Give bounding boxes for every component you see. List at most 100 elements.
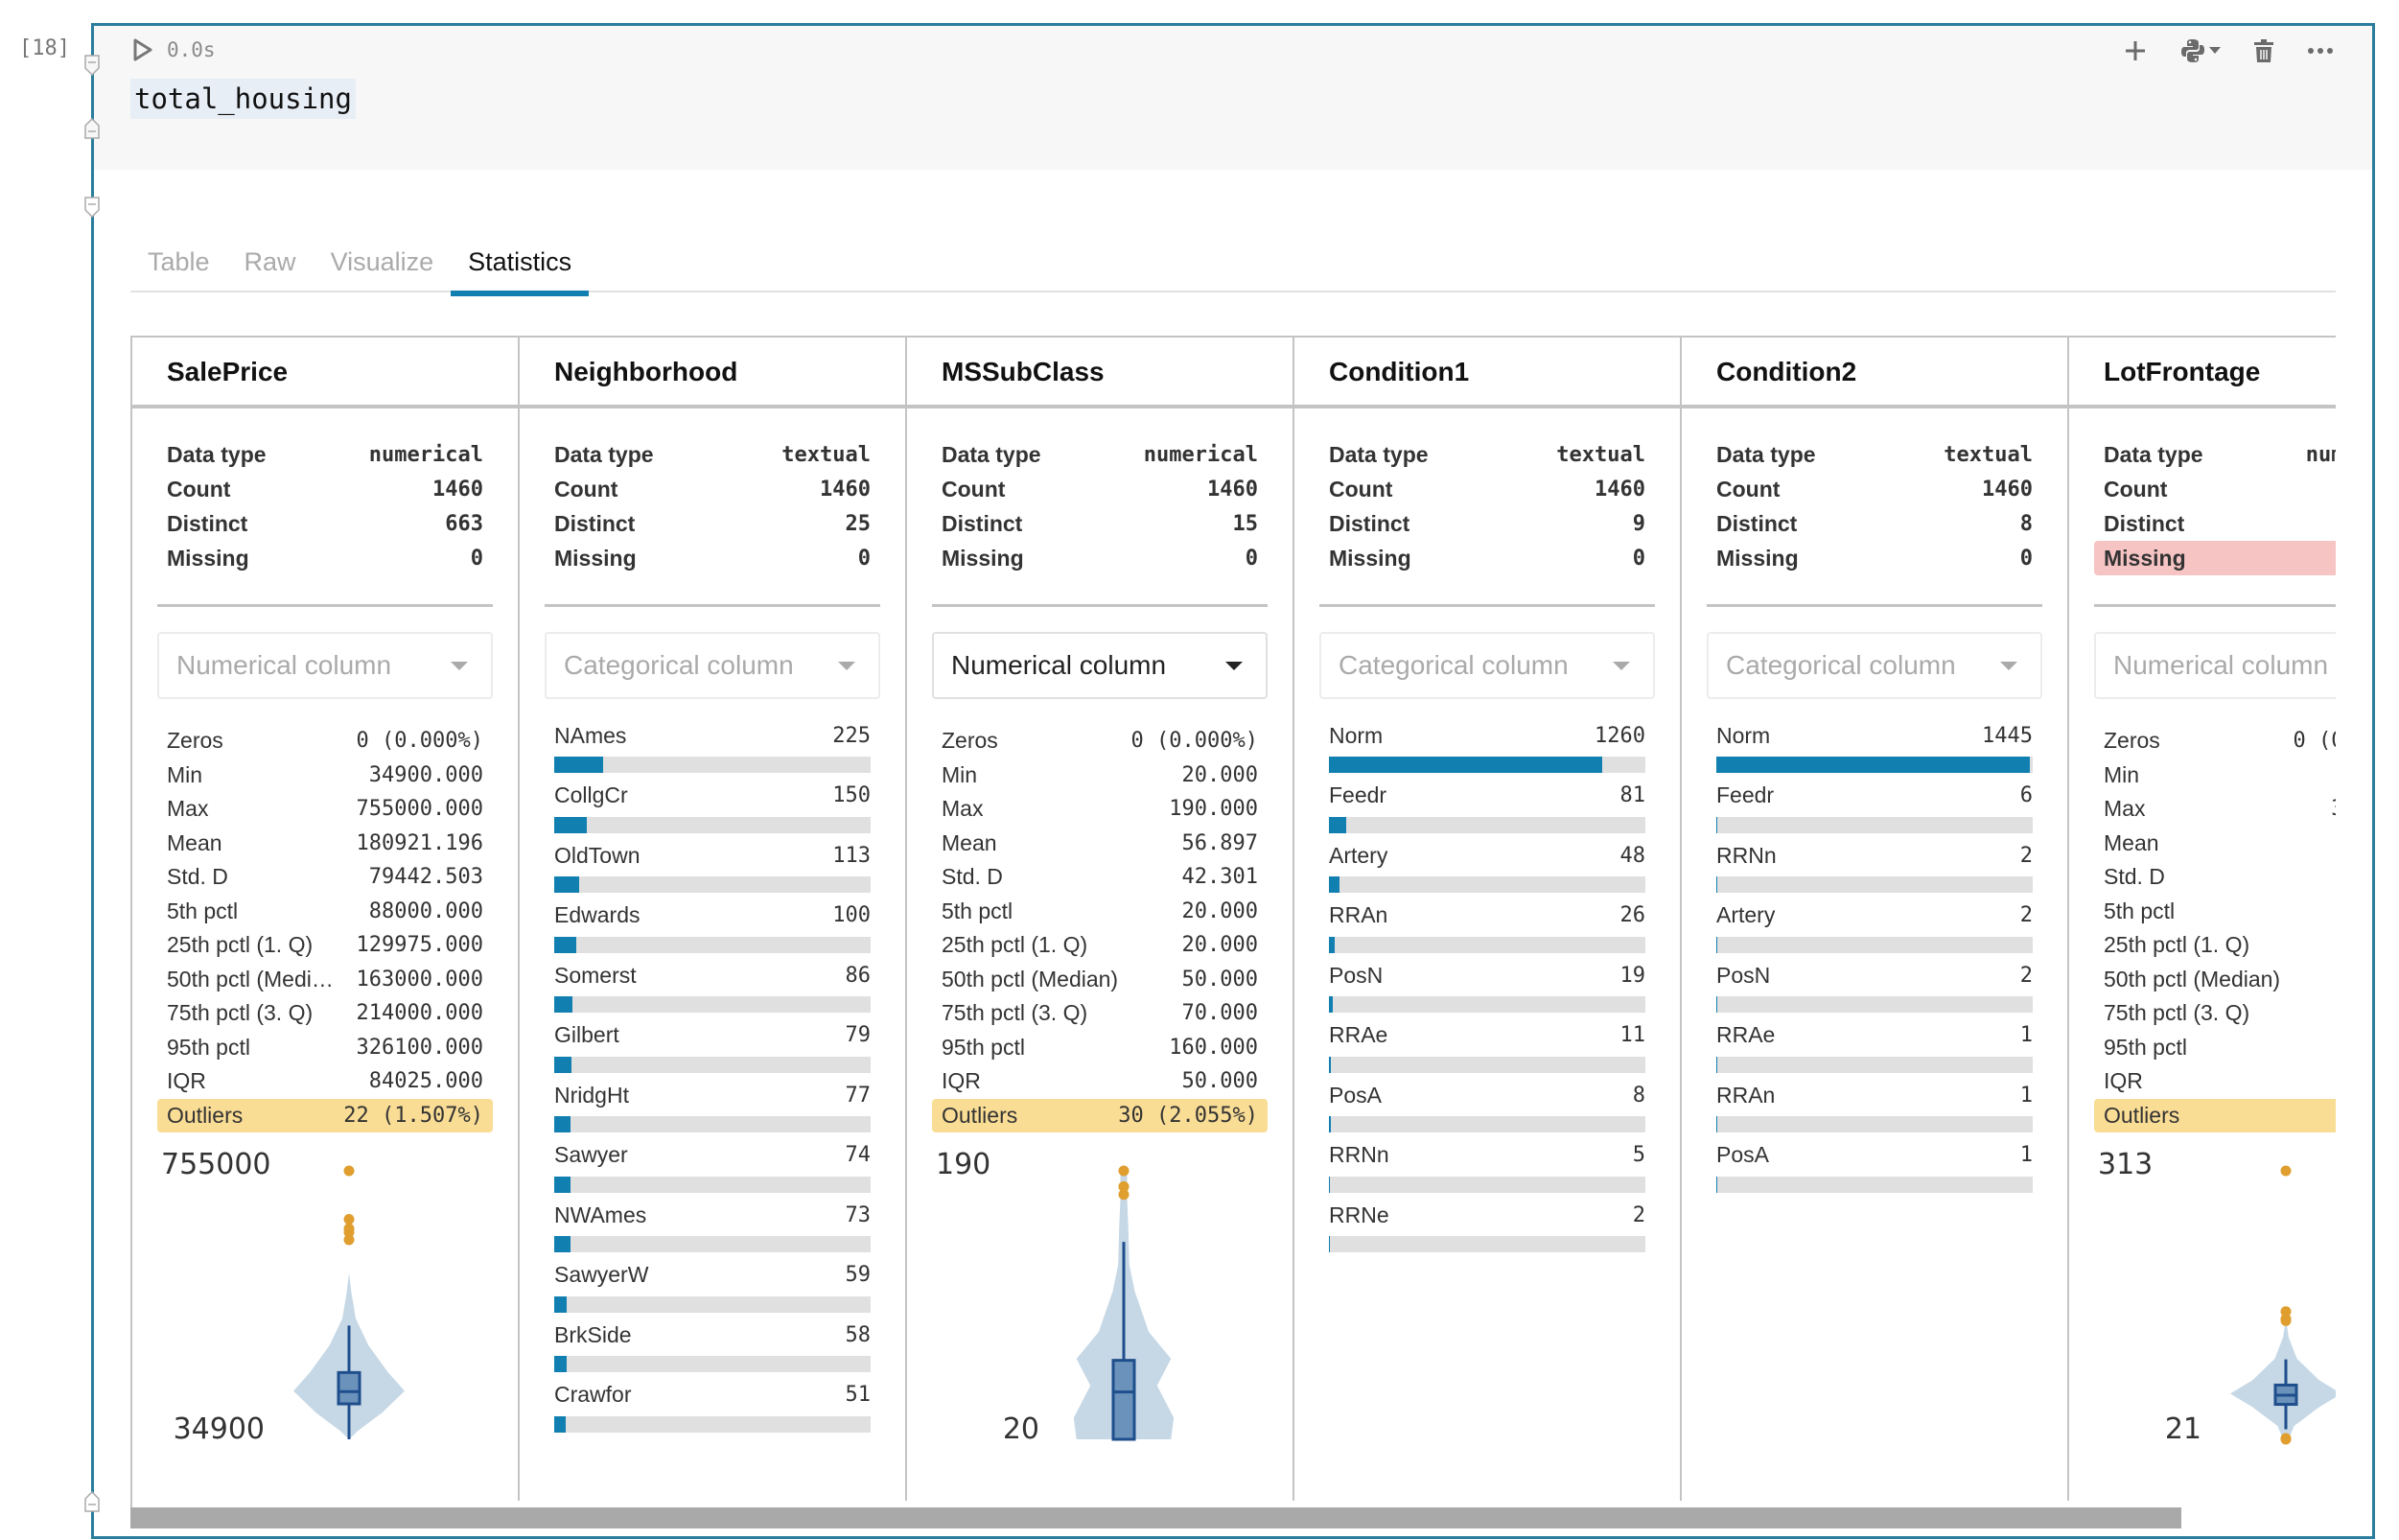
stat-label: Mean (942, 829, 997, 855)
collapse-input-icon[interactable] (84, 55, 100, 76)
scrollbar-thumb[interactable] (130, 1507, 2181, 1528)
column-type-dropdown[interactable]: Categorical column (545, 632, 880, 699)
column-type-dropdown[interactable]: Numerical column (2094, 632, 2336, 699)
summary-value: textual (1944, 442, 2033, 467)
outlier-point (2280, 1433, 2292, 1444)
summary-value: 25 (845, 511, 872, 536)
cell-input-area[interactable]: 0.0s total_housing (94, 26, 2372, 170)
run-icon[interactable] (132, 37, 153, 62)
stats-column-lotfrontage: LotFrontage Data type numerical Count Di… (2069, 338, 2336, 1501)
category-item: NridgHt 77 (554, 1082, 871, 1142)
summary-label: Missing (1329, 545, 1411, 571)
summary-value: 9 (1632, 511, 1645, 536)
category-label: RRAe (1329, 1022, 1388, 1047)
stat-row: Mean (2104, 827, 2336, 861)
summary-row-data-type: Data type numerical (167, 437, 483, 472)
tab-table[interactable]: Table (130, 246, 227, 292)
stat-row: 5th pctl 88000.000 (167, 895, 483, 929)
outliers-value: 22 (1.507%) (343, 1103, 483, 1128)
summary-label: Distinct (1329, 510, 1410, 536)
column-type-dropdown[interactable]: Numerical column (932, 632, 1268, 699)
collapse-output-icon[interactable] (84, 197, 100, 218)
category-bar (1329, 816, 1645, 833)
summary-label: Distinct (942, 510, 1023, 536)
summary-label: Data type (2104, 441, 2203, 467)
category-item: Norm 1445 (1716, 722, 2033, 782)
category-label: PosN (1329, 962, 1384, 988)
stats-column-saleprice: SalePrice Data type numerical Count 1460… (132, 338, 520, 1501)
category-bar (1329, 1116, 1645, 1132)
notebook-cell[interactable]: 0.0s total_housing Table Raw Visualize S… (84, 23, 2375, 1539)
stat-value: 88000.000 (368, 898, 483, 923)
stat-value: 160.000 (1169, 1035, 1258, 1060)
category-bar-fill (1716, 1176, 1717, 1193)
collapse-output-end-icon[interactable] (84, 1491, 100, 1512)
stats-column-neighborhood: Neighborhood Data type textual Count 146… (520, 338, 907, 1501)
category-bar-fill (1716, 1056, 1717, 1073)
category-bar-fill (1329, 996, 1334, 1013)
category-item: RRAn 26 (1329, 902, 1645, 963)
summary-value: 0 (2019, 546, 2033, 571)
summary-value: numerical (1143, 442, 1258, 467)
add-cell-button[interactable] (2123, 38, 2148, 63)
category-item: RRNn 5 (1329, 1142, 1645, 1202)
stat-value: 163000.000 (356, 967, 483, 992)
category-count: 74 (845, 1143, 872, 1167)
numeric-stats: Zeros 0 (0.000%) Min 34900.000 Max 75500… (132, 699, 518, 1132)
category-bar-fill (1329, 816, 1347, 833)
outliers-row: Outliers 30 (2.055%) (932, 1098, 1268, 1132)
category-item: SawyerW 59 (554, 1262, 871, 1322)
stat-label: IQR (2104, 1068, 2143, 1094)
horizontal-scrollbar[interactable] (130, 1507, 2336, 1530)
category-bar (1716, 936, 2033, 953)
summary-row-distinct: Distinct (2104, 506, 2336, 541)
summary-label: Distinct (554, 510, 636, 536)
summary-value: 0 (470, 546, 483, 571)
dropdown-label: Categorical column (1339, 650, 1569, 680)
category-bar-fill (1716, 936, 1717, 953)
category-bar (554, 1116, 871, 1132)
category-count: 1260 (1595, 723, 1645, 748)
column-type-dropdown[interactable]: Numerical column (157, 632, 493, 699)
category-bar-fill (554, 1356, 568, 1372)
tab-statistics[interactable]: Statistics (451, 246, 590, 296)
column-type-dropdown[interactable]: Categorical column (1707, 632, 2042, 699)
summary-value: numerical (2305, 442, 2336, 467)
code-editor[interactable]: total_housing (130, 79, 356, 119)
delete-cell-button[interactable] (2253, 38, 2274, 63)
trash-icon (2254, 39, 2273, 62)
summary-label: Missing (554, 545, 637, 571)
stat-row: Std. D (2104, 860, 2336, 895)
column-type-dropdown[interactable]: Categorical column (1319, 632, 1655, 699)
stat-label: Zeros (2104, 728, 2160, 754)
summary-label: Data type (942, 441, 1041, 467)
category-list: NAmes 225 CollgCr 150 OldTown 113 Edward… (520, 699, 905, 1441)
category-bar (1329, 1236, 1645, 1252)
stat-label: Min (942, 761, 978, 787)
tab-visualize[interactable]: Visualize (314, 246, 452, 292)
caret-down-icon (838, 661, 855, 670)
tab-raw[interactable]: Raw (227, 246, 314, 292)
language-selector-button[interactable] (2180, 37, 2221, 64)
collapse-input-end-icon[interactable] (84, 118, 100, 139)
stat-row: 75th pctl (3. Q) 70.000 (942, 996, 1258, 1031)
category-item: Edwards 100 (554, 902, 871, 963)
more-options-button[interactable] (2307, 47, 2334, 55)
stat-label: 5th pctl (2104, 898, 2176, 923)
summary-label: Distinct (167, 510, 248, 536)
stat-row: 50th pctl (Median) (2104, 963, 2336, 997)
category-count: 26 (1619, 903, 1646, 927)
numeric-stats: Zeros 0 (0.000%) Min 20.000 Max 190.000 … (907, 699, 1293, 1132)
category-item: CollgCr 150 (554, 782, 871, 843)
stat-label: 75th pctl (3. Q) (167, 1000, 314, 1026)
category-label: Artery (1329, 842, 1388, 868)
category-bar (1329, 876, 1645, 893)
summary-row-count: Count 1460 (1329, 472, 1645, 506)
category-label: Norm (1716, 722, 1771, 748)
category-count: 2 (2019, 903, 2033, 927)
stat-row: Max 755000.000 (167, 792, 483, 827)
category-bar (554, 816, 871, 833)
more-icon (2308, 48, 2333, 54)
outliers-row: Outliers 12 (0 (2094, 1098, 2336, 1132)
summary-row-count: Count 1460 (942, 472, 1258, 506)
